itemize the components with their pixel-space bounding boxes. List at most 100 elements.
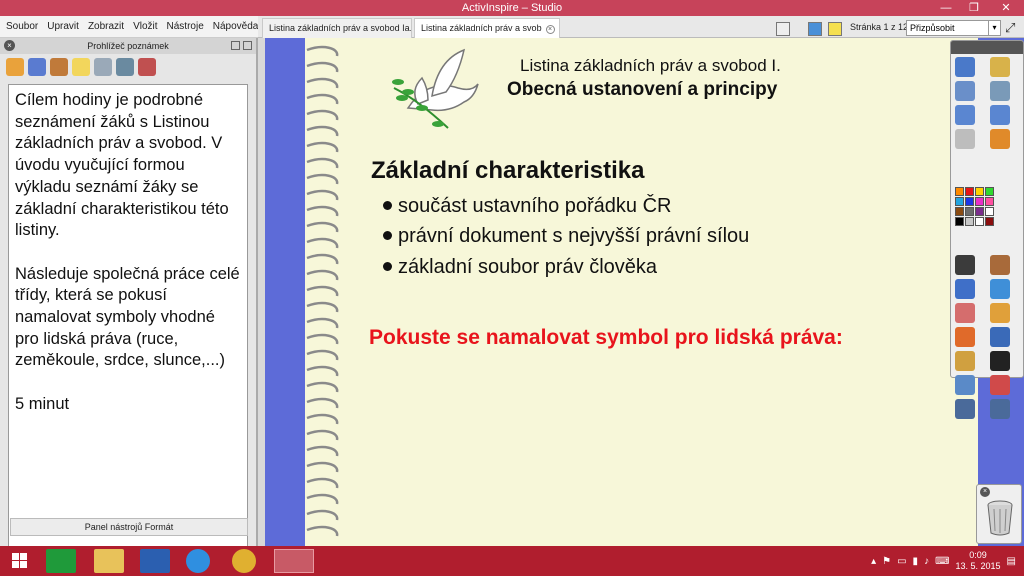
dual-user-icon[interactable] — [990, 57, 1010, 77]
bullet-icon — [383, 262, 392, 271]
zoom-select[interactable]: Přizpůsobit ▾ — [906, 20, 1001, 36]
highlighter-icon[interactable] — [990, 279, 1010, 299]
voting-browser-icon[interactable] — [138, 58, 156, 76]
fill-icon[interactable] — [990, 303, 1010, 323]
color-swatch[interactable] — [975, 187, 984, 196]
bullet-item: právní dokument s nejvyšší právní sílou — [383, 225, 749, 248]
word-icon[interactable] — [140, 549, 170, 573]
fit-screen-icon[interactable]: ⤢ — [1005, 20, 1015, 36]
resource-browser-icon[interactable] — [28, 58, 46, 76]
property-browser-icon[interactable] — [94, 58, 112, 76]
volume-icon[interactable]: ♪ — [924, 556, 929, 567]
color-swatch[interactable] — [955, 217, 964, 226]
tools-icon[interactable] — [955, 351, 975, 371]
eraser-icon[interactable] — [955, 303, 975, 323]
notes-text-area[interactable]: Cílem hodiny je podrobné seznámení žáků … — [8, 84, 248, 552]
color-swatch[interactable] — [955, 197, 964, 206]
select-icon[interactable] — [955, 255, 975, 275]
redo-icon[interactable] — [990, 399, 1010, 419]
windows-taskbar: ▴ ⚑ ▭ ▮ ♪ ⌨ 0:09 13. 5. 2015 ▤ — [0, 546, 1024, 576]
delete-icon[interactable] — [990, 375, 1010, 395]
flipchart-icon[interactable] — [808, 22, 822, 36]
previous-page-icon[interactable] — [955, 105, 975, 125]
color-swatch[interactable] — [985, 217, 994, 226]
notifications-icon[interactable]: ▤ — [1007, 556, 1016, 567]
pen-icon[interactable] — [955, 279, 975, 299]
page-browser-icon[interactable] — [6, 58, 24, 76]
panel-option-icon[interactable] — [243, 41, 252, 50]
page-counter: Stránka 1 z 12 — [850, 22, 909, 32]
menu-insert[interactable]: Vložit — [133, 21, 157, 32]
menu-tools[interactable]: Nástroje — [167, 21, 204, 32]
dove-icon — [392, 48, 479, 129]
close-tab-icon[interactable]: × — [545, 25, 555, 34]
panel-option-icon[interactable] — [231, 41, 240, 50]
bullet-item: základní soubor práv člověka — [383, 256, 657, 279]
bullet-item: součást ustavního pořádku ČR — [383, 195, 672, 218]
bullet-icon — [383, 201, 392, 210]
flipchart-new-icon[interactable] — [955, 81, 975, 101]
menu-file[interactable]: Soubor — [6, 21, 38, 32]
color-swatch[interactable] — [985, 187, 994, 196]
battery-icon[interactable]: ▭ — [897, 556, 906, 567]
keyboard-icon[interactable]: ⌨ — [935, 556, 949, 567]
windows-start-icon[interactable] — [4, 549, 34, 573]
flipchart-left-border — [265, 38, 305, 546]
close-panel-icon[interactable]: × — [980, 487, 990, 497]
flag-icon[interactable]: ⚑ — [882, 556, 891, 567]
color-swatch[interactable] — [985, 207, 994, 216]
close-button[interactable]: ✕ — [988, 0, 1024, 16]
bullet-icon — [383, 231, 392, 240]
slide-title-line-1: Listina základních práv a svobod I. — [520, 56, 781, 75]
text-icon[interactable] — [990, 351, 1010, 371]
format-toolbar-button[interactable]: Panel nástrojů Formát — [10, 518, 248, 536]
notes-browser-icon[interactable] — [72, 58, 90, 76]
magic-ink-icon[interactable] — [990, 255, 1010, 275]
note-icon[interactable] — [828, 22, 842, 36]
color-swatch[interactable] — [965, 217, 974, 226]
color-swatch[interactable] — [975, 207, 984, 216]
color-swatch[interactable] — [955, 207, 964, 216]
desktop-annotate-icon[interactable] — [990, 129, 1010, 149]
trash-icon[interactable] — [985, 499, 1015, 537]
main-menu-icon[interactable] — [955, 57, 975, 77]
slide-heading: Základní charakteristika — [371, 157, 645, 184]
chevron-up-icon[interactable]: ▴ — [871, 556, 876, 567]
clock-time: 0:09 — [969, 550, 987, 560]
activinspire-taskbar-icon[interactable] — [274, 549, 314, 573]
color-swatch[interactable] — [975, 197, 984, 206]
minimize-button[interactable]: — — [932, 0, 960, 16]
trash-panel: × — [976, 484, 1022, 544]
undo-icon[interactable] — [955, 399, 975, 419]
menu-edit[interactable]: Upravit — [47, 21, 79, 32]
shape-icon[interactable] — [955, 327, 975, 347]
page-sorter-icon[interactable] — [776, 22, 790, 36]
color-swatch[interactable] — [965, 187, 974, 196]
internet-explorer-icon[interactable] — [186, 549, 210, 573]
color-swatch[interactable] — [975, 217, 984, 226]
color-swatch[interactable] — [965, 197, 974, 206]
system-tray: ▴ ⚑ ▭ ▮ ♪ ⌨ 0:09 13. 5. 2015 ▤ — [871, 546, 1024, 576]
next-page-icon[interactable] — [990, 105, 1010, 125]
connector-icon[interactable] — [990, 327, 1010, 347]
menu-help[interactable]: Nápověda — [213, 21, 259, 32]
close-panel-icon[interactable]: × — [4, 40, 15, 51]
color-swatch[interactable] — [955, 187, 964, 196]
network-icon[interactable]: ▮ — [913, 556, 919, 567]
tab-document-2[interactable]: Listina základních práv a svob × — [414, 18, 560, 38]
tab-document-1[interactable]: Listina základních práv a svobod Ia.× — [262, 18, 412, 38]
menu-view[interactable]: Zobrazit — [88, 21, 124, 32]
clear-icon[interactable] — [955, 375, 975, 395]
store-icon[interactable] — [46, 549, 76, 573]
maximize-button[interactable]: ❐ — [960, 0, 988, 16]
object-browser-icon[interactable] — [50, 58, 68, 76]
reset-page-icon[interactable] — [955, 129, 975, 149]
toolbox-handle[interactable] — [951, 41, 1023, 54]
color-swatch[interactable] — [985, 197, 994, 206]
clock[interactable]: 0:09 13. 5. 2015 — [956, 550, 1001, 572]
action-browser-icon[interactable] — [116, 58, 134, 76]
chrome-icon[interactable] — [232, 549, 256, 573]
color-swatch[interactable] — [965, 207, 974, 216]
open-flipchart-icon[interactable] — [990, 81, 1010, 101]
file-explorer-icon[interactable] — [94, 549, 124, 573]
